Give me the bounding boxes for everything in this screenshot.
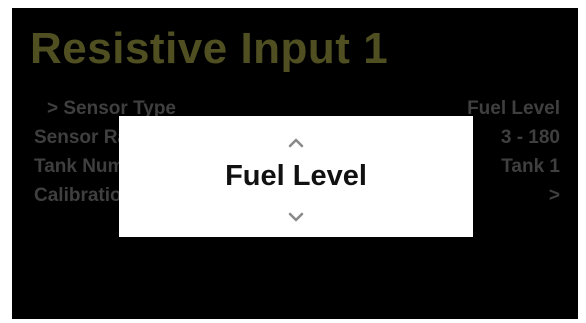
menu-item-value: 3 - 180 xyxy=(500,127,560,148)
menu-item-value: Fuel Level xyxy=(467,98,560,119)
menu-item-value: Tank 1 xyxy=(501,156,560,177)
chevron-down-icon[interactable] xyxy=(286,210,306,224)
menu-item-value: > xyxy=(548,185,560,206)
picker-selected-value[interactable]: Fuel Level xyxy=(119,160,473,193)
resistive-input-screen: Resistive Input 1 > Sensor Type Fuel Lev… xyxy=(12,8,578,319)
value-picker-dialog: Fuel Level xyxy=(119,116,473,237)
chevron-up-icon[interactable] xyxy=(286,136,306,150)
page-title: Resistive Input 1 xyxy=(30,24,389,73)
